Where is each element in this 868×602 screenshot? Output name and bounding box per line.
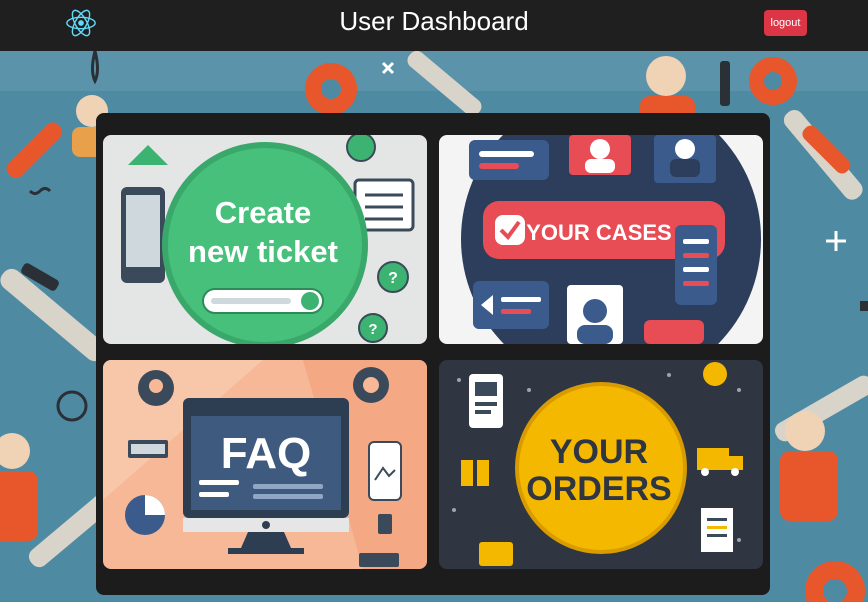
your-orders-card[interactable]: YOUR ORDERS — [439, 360, 763, 569]
dashboard-page: User Dashboard logout ? ? Create new tic… — [0, 0, 868, 602]
logout-button[interactable]: logout — [764, 10, 807, 36]
svg-text:?: ? — [368, 321, 377, 338]
your-cases-card[interactable]: YOUR CASES — [439, 135, 763, 344]
faq-card[interactable]: FAQ — [103, 360, 427, 569]
your-cases-illustration: YOUR CASES — [439, 135, 763, 344]
faq-illustration: FAQ — [103, 360, 427, 569]
create-ticket-illustration: ? ? Create new ticket — [103, 135, 427, 344]
page-title: User Dashboard — [339, 6, 529, 36]
create-ticket-label-line2: new ticket — [188, 234, 338, 269]
your-cases-label: YOUR CASES — [526, 220, 671, 245]
svg-text:?: ? — [388, 270, 398, 287]
create-ticket-card[interactable]: ? ? Create new ticket — [103, 135, 427, 344]
dashboard-panel: ? ? Create new ticket YOUR CASES FAQ YOU… — [96, 113, 770, 595]
top-navbar: User Dashboard logout — [0, 0, 868, 51]
your-orders-label-line2: ORDERS — [526, 470, 671, 508]
faq-label: FAQ — [221, 429, 311, 478]
create-ticket-label-line1: Create — [215, 195, 312, 230]
your-orders-label-line1: YOUR — [550, 433, 648, 471]
your-orders-illustration: YOUR ORDERS — [439, 360, 763, 569]
